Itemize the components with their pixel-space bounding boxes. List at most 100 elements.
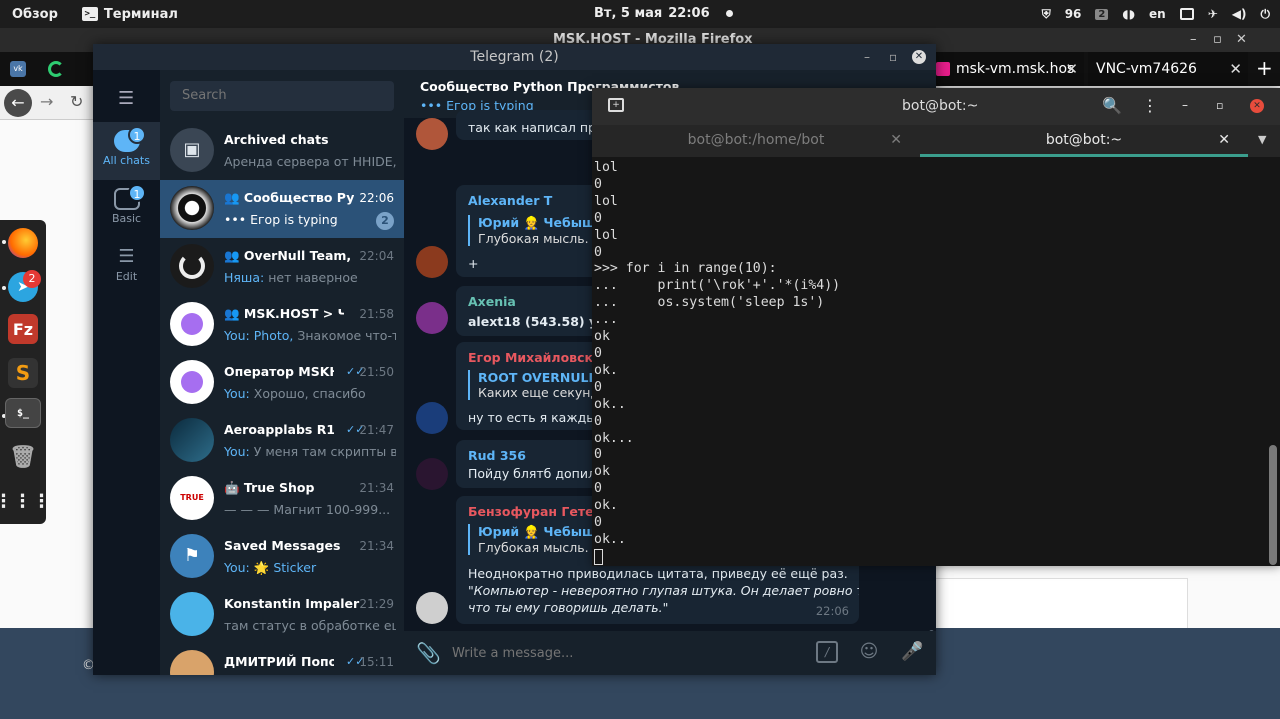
close-tab-icon[interactable]: ✕	[890, 125, 902, 155]
sublime-text-icon[interactable]: S	[8, 358, 38, 388]
loading-tab-icon[interactable]	[48, 61, 64, 77]
running-indicator	[2, 286, 6, 290]
chat-avatar: TRUE SHOP	[170, 476, 214, 546]
chat-item-python-community[interactable]: 👥 Сообщество Pyt... 22:06 ••• Егор is ty…	[160, 180, 404, 238]
show-applications-icon[interactable]: ⋮⋮⋮	[0, 486, 51, 516]
terminal-line: ok..	[594, 396, 626, 412]
tab-msk-vm[interactable]: msk-vm.msk.hos ✕	[936, 52, 1084, 86]
filezilla-icon[interactable]: Fz	[8, 314, 38, 344]
message-avatar[interactable]	[416, 118, 448, 150]
new-tab-icon[interactable]: +	[608, 98, 624, 112]
close-tab-icon[interactable]: ✕	[1065, 52, 1078, 86]
reply-quote[interactable]: Юрий 👷 Чебыше Глубокая мысль. Ко	[468, 524, 609, 555]
message-avatar[interactable]	[416, 592, 448, 624]
close-icon[interactable]: ✕	[912, 50, 926, 64]
chat-time: 21:50	[359, 365, 394, 379]
chat-item-true-shop[interactable]: TRUE SHOP 🤖 True Shop 21:34 — — — Магнит…	[160, 470, 404, 546]
clock[interactable]: Вт, 5 мая 22:06	[594, 6, 733, 21]
message-avatar[interactable]	[416, 302, 448, 334]
terminal-line: ...	[594, 312, 618, 328]
reply-quote[interactable]: ROOT OVERNULL.R Каких еще секунд?	[468, 370, 611, 400]
search-input[interactable]	[170, 81, 394, 111]
maximize-icon[interactable]: ▫	[1216, 99, 1223, 112]
system-tray: ⛨ 96 2 ◖◗ en ✈ ◀) ⏻	[1042, 0, 1270, 28]
screen-icon[interactable]	[1179, 8, 1194, 20]
reply-quote[interactable]: Юрий 👷 Чебыше Глубокая мысль. Ко	[468, 215, 609, 246]
message-avatar[interactable]	[416, 402, 448, 434]
chat-avatar	[170, 360, 214, 404]
tab-label: msk-vm.msk.hos	[956, 61, 1075, 77]
terminal-output[interactable]: lol 0 lol 0 lol 0 >>> for i in range(10):... p…	[594, 160, 1264, 566]
commands-icon[interactable]: /	[816, 641, 838, 663]
minimize-icon[interactable]: –	[1190, 28, 1197, 52]
power-icon[interactable]: ⏻	[1261, 7, 1271, 22]
close-tab-icon[interactable]: ✕	[1218, 125, 1230, 155]
minimize-icon[interactable]: –	[1182, 98, 1188, 112]
tab-vnc[interactable]: VNC-vm74626 ✕	[1088, 52, 1248, 86]
terminal-line: ok.	[594, 362, 618, 378]
group-avatar	[170, 244, 214, 288]
chat-item-dmitry[interactable]: ДМИТРИЙ Попов ✓✓ 15:11	[160, 644, 404, 675]
terminal-line: ... print('\rok'+'.'*(i%4))	[594, 278, 841, 294]
chat-name: ДМИТРИЙ Попов	[224, 654, 334, 669]
close-icon[interactable]: ✕	[1236, 28, 1247, 52]
chat-time: 15:11	[359, 655, 394, 669]
workspace-indicator[interactable]: 2	[1095, 8, 1109, 20]
search-icon[interactable]: 🔍	[1102, 96, 1122, 115]
trash-icon[interactable]: 🗑	[8, 442, 38, 472]
chat-item-saved-messages[interactable]: ⚑ Saved Messages 21:34 You: 🌟 Sticker	[160, 528, 404, 586]
chat-item-konstantin[interactable]: Konstantin Impaler 21:29 там статус в об…	[160, 586, 404, 644]
close-icon[interactable]: ✕	[1250, 99, 1264, 113]
reload-button[interactable]: ↻	[70, 92, 83, 111]
terminal-line: ... os.system('sleep 1s')	[594, 295, 825, 311]
close-tab-icon[interactable]: ✕	[1229, 52, 1242, 86]
airplane-icon[interactable]: ✈	[1208, 7, 1218, 21]
minimize-icon[interactable]: –	[864, 44, 870, 70]
maximize-icon[interactable]: ▫	[1213, 28, 1222, 52]
shield-icon[interactable]: ⛨	[1042, 7, 1051, 22]
tab-list-chevron-icon[interactable]: ▼	[1258, 133, 1266, 146]
microphone-icon[interactable]: 🎤	[901, 641, 923, 663]
attach-icon[interactable]: 📎	[416, 641, 441, 665]
folder-label: All chats	[103, 154, 150, 167]
chat-item-mskhost[interactable]: 👥 MSK.HOST > Ч... 21:58 You: Photo, Знак…	[160, 296, 404, 354]
forward-button[interactable]: →	[40, 92, 53, 111]
group-avatar	[170, 186, 214, 230]
terminal-tab-home[interactable]: bot@bot:~ ✕	[920, 125, 1248, 157]
chat-item-aeroapplabs[interactable]: Aeroapplabs R11 ✓✓ 21:47 You: У меня там…	[160, 412, 404, 470]
terminal-title: bot@bot:~	[902, 98, 979, 114]
folder-edit[interactable]: ☰ Edit	[93, 238, 160, 296]
clock-time: 22:06	[668, 6, 710, 21]
chat-preview: — — — Магнит 100-999...	[224, 502, 391, 517]
folder-basic[interactable]: 1 Basic	[93, 180, 160, 238]
message-input[interactable]	[452, 641, 802, 665]
terminal-icon[interactable]: $_	[5, 398, 41, 428]
maximize-icon[interactable]: ▫	[889, 44, 897, 70]
chat-item-operator[interactable]: Оператор MSKH... ✓✓ 21:50 You: Хорошо, с…	[160, 354, 404, 412]
back-button[interactable]: ←	[4, 89, 32, 117]
menu-icon[interactable]: ☰	[118, 88, 134, 109]
vk-tab-icon[interactable]: vk	[10, 61, 26, 77]
volume-icon[interactable]: ◀)	[1232, 7, 1247, 21]
notification-dot-icon	[725, 10, 733, 17]
telegram-unread-badge: 2	[23, 270, 41, 288]
message-avatar[interactable]	[416, 458, 448, 490]
chat-item-overnull[interactable]: 👥 OverNull Team, ... 22:04 Няша: нет нав…	[160, 238, 404, 296]
folder-all-chats[interactable]: 1 All chats	[93, 122, 160, 180]
activities-button[interactable]: Обзор	[0, 7, 70, 22]
keyboard-layout[interactable]: en	[1149, 7, 1166, 21]
chat-item-archived[interactable]: ▣ Archived chats Аренда сервера от HHIDE…	[160, 122, 404, 180]
terminal-tab-home-bot[interactable]: bot@bot:/home/bot ✕	[592, 125, 920, 157]
tray-number: 96	[1064, 7, 1082, 21]
message-avatar[interactable]	[416, 246, 448, 278]
firefox-icon[interactable]	[8, 228, 38, 258]
terminal-scrollbar[interactable]	[1269, 445, 1277, 565]
bot-icon: 🤖	[224, 480, 244, 495]
new-tab-button[interactable]: +	[1256, 56, 1273, 80]
menu-icon[interactable]: ⋮	[1142, 96, 1158, 115]
headset-icon[interactable]: ◖◗	[1122, 7, 1135, 21]
chat-name: 🤖 True Shop	[224, 480, 315, 495]
app-menu[interactable]: >_ Терминал	[70, 7, 190, 22]
emoji-icon[interactable]: ☺	[858, 641, 880, 663]
group-icon: 👥	[224, 306, 244, 321]
